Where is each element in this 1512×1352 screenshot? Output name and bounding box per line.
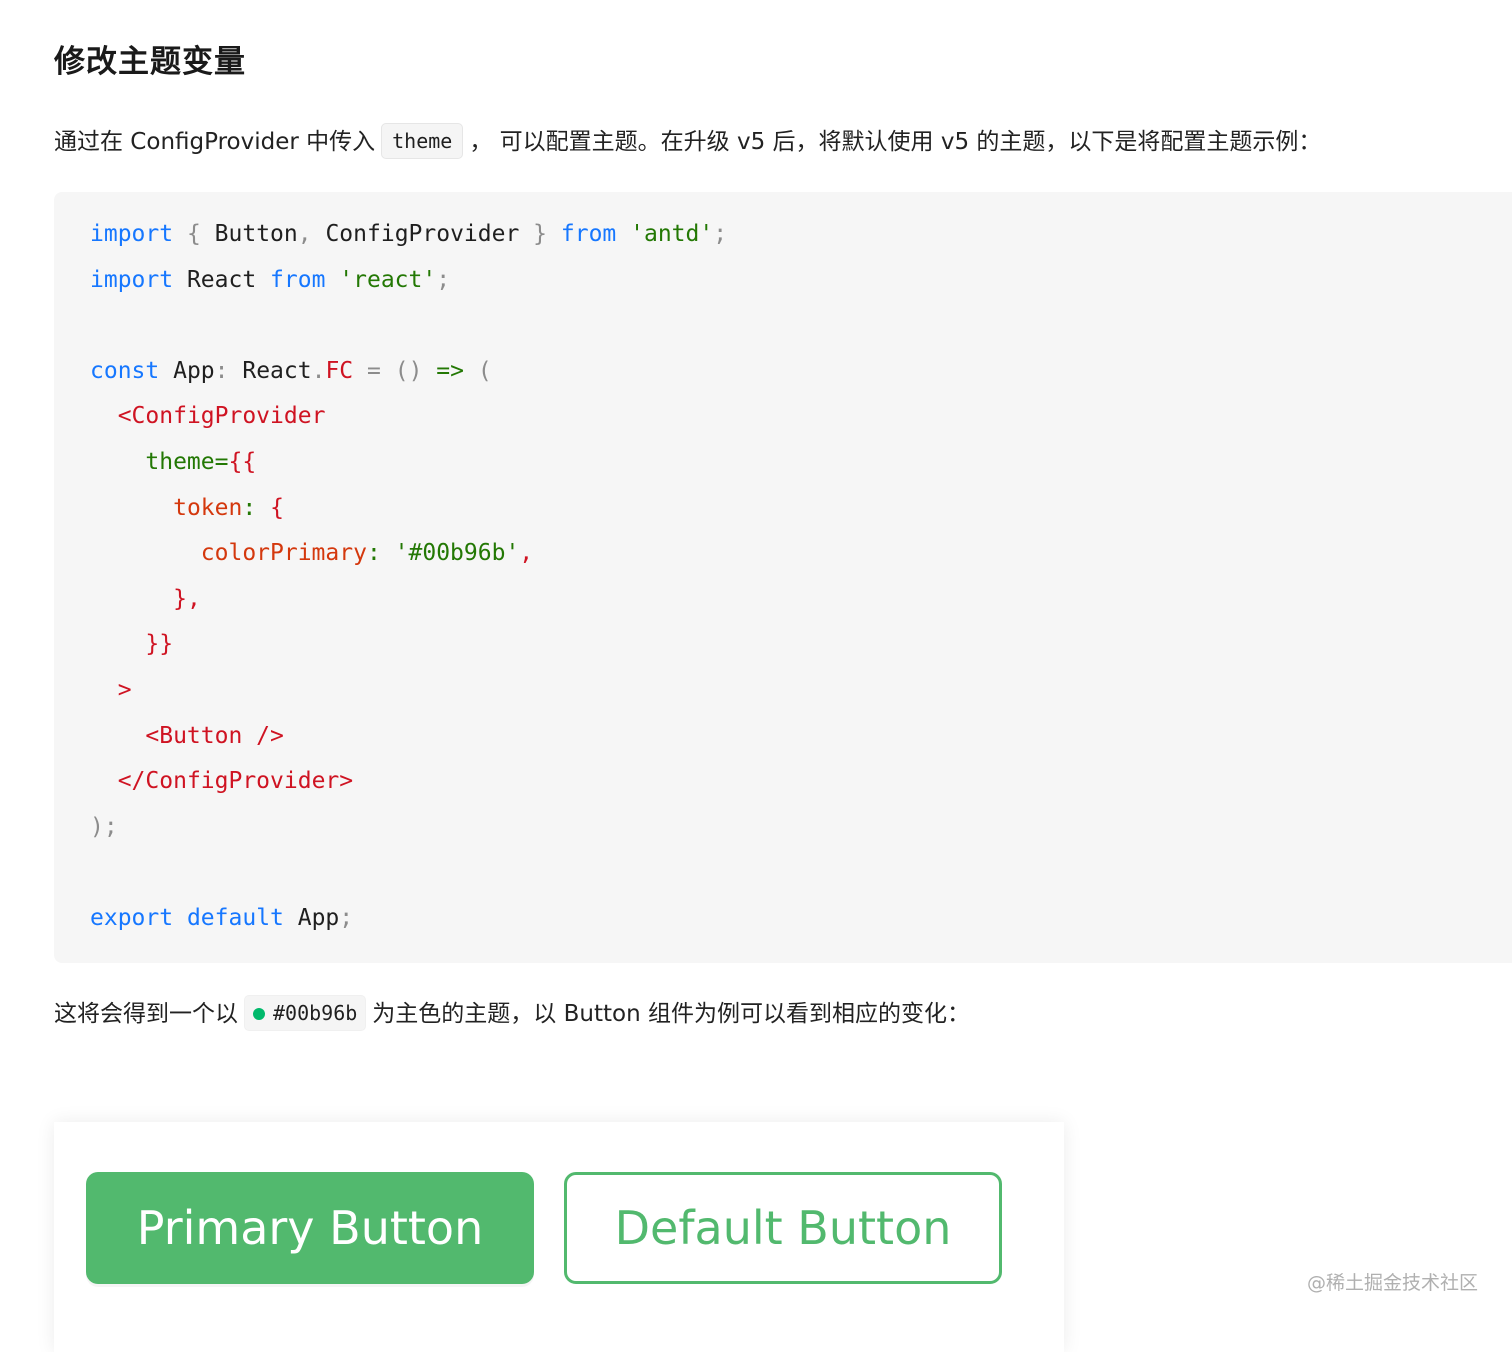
code-token: default	[186, 904, 284, 931]
code-token: Button	[200, 221, 298, 247]
code-token: </ConfigProvider>	[117, 768, 354, 795]
code-token: 'react'	[339, 266, 437, 293]
color-code-text: #00b96b	[273, 1001, 358, 1025]
code-line: <Button />	[90, 714, 727, 760]
code-token: 'antd'	[630, 221, 714, 247]
code-token: ;	[436, 266, 451, 293]
code-token: '#00b96b'	[394, 540, 520, 567]
code-token: colorPrimary	[200, 540, 367, 567]
code-line: },	[90, 577, 727, 623]
code-token: import	[90, 221, 174, 247]
code-token: ;	[339, 904, 354, 931]
code-token: {{	[228, 448, 257, 475]
code-token: :	[242, 494, 257, 521]
code-token: ,	[519, 540, 534, 567]
code-token: export	[90, 904, 174, 931]
code-token: React	[173, 266, 271, 293]
page-heading: 修改主题变量	[54, 44, 246, 80]
result-paragraph: 这将会得到一个以 #00b96b 为主色的主题，以 Button 组件为例可以看到相…	[54, 994, 970, 1034]
code-line: <ConfigProvider	[90, 394, 727, 440]
code-token: :	[366, 540, 381, 567]
code-token: ,	[297, 221, 312, 247]
intro-paragraph: 通过在 ConfigProvider 中传入 theme， 可以配置主题。在升级 …	[54, 122, 1321, 162]
code-token: React	[228, 357, 312, 384]
code-token: .	[311, 357, 326, 384]
code-token: :	[214, 357, 229, 384]
inline-code-theme: theme	[381, 123, 464, 159]
code-token: App	[283, 904, 340, 931]
code-line: export default App;	[90, 896, 727, 942]
code-token: ()	[394, 357, 423, 384]
code-token: {	[186, 221, 201, 247]
code-token: FC	[325, 357, 354, 384]
code-token: <Button />	[145, 722, 284, 749]
watermark: @稀土掘金技术社区	[1306, 1272, 1478, 1294]
code-token: ;	[713, 221, 728, 247]
code-line: token: {	[90, 486, 727, 532]
code-token: ConfigProvider	[311, 221, 534, 247]
result-text-after: 为主色的主题，以 Button 组件为例可以看到相应的变化：	[372, 1001, 970, 1027]
color-swatch-icon	[253, 1008, 265, 1020]
code-token: (	[477, 357, 492, 384]
default-button[interactable]: Default Button	[564, 1172, 1002, 1284]
code-line: colorPrimary: '#00b96b',	[90, 531, 727, 577]
intro-text-before: 通过在 ConfigProvider 中传入	[54, 129, 376, 155]
demo-preview-card: Primary Button Default Button	[54, 1122, 1064, 1352]
code-token: theme=	[145, 448, 229, 475]
code-line: </ConfigProvider>	[90, 759, 727, 805]
code-token: );	[90, 813, 118, 840]
code-content: import { Button, ConfigProvider } from '…	[90, 212, 727, 942]
code-token: }}	[145, 631, 174, 658]
code-block: import { Button, ConfigProvider } from '…	[54, 192, 1512, 963]
code-token: }	[533, 221, 548, 247]
code-line: import { Button, ConfigProvider } from '…	[90, 212, 727, 258]
result-text-before: 这将会得到一个以	[54, 1001, 238, 1027]
inline-color-code: #00b96b	[244, 995, 367, 1031]
code-token: >	[117, 676, 132, 703]
intro-text-after: ， 可以配置主题。在升级 v5 后，将默认使用 v5 的主题，以下是将配置主题示…	[469, 129, 1322, 155]
code-token: },	[173, 585, 201, 612]
code-token: =>	[436, 357, 464, 384]
code-token: import	[90, 266, 174, 293]
code-line: const App: React.FC = () => (	[90, 349, 727, 395]
code-token: from	[560, 221, 617, 247]
code-token: <ConfigProvider	[117, 403, 326, 430]
code-line: );	[90, 805, 727, 851]
code-line: theme={{	[90, 440, 727, 486]
code-token: =	[367, 357, 381, 384]
code-line: >	[90, 668, 727, 714]
code-token: const	[90, 357, 160, 384]
code-line: import React from 'react';	[90, 258, 727, 304]
code-token: token	[173, 494, 243, 521]
primary-button[interactable]: Primary Button	[86, 1172, 534, 1284]
code-line: }}	[90, 622, 727, 668]
code-token: App	[159, 357, 215, 384]
code-token: {	[270, 494, 284, 521]
code-token: from	[270, 266, 326, 293]
